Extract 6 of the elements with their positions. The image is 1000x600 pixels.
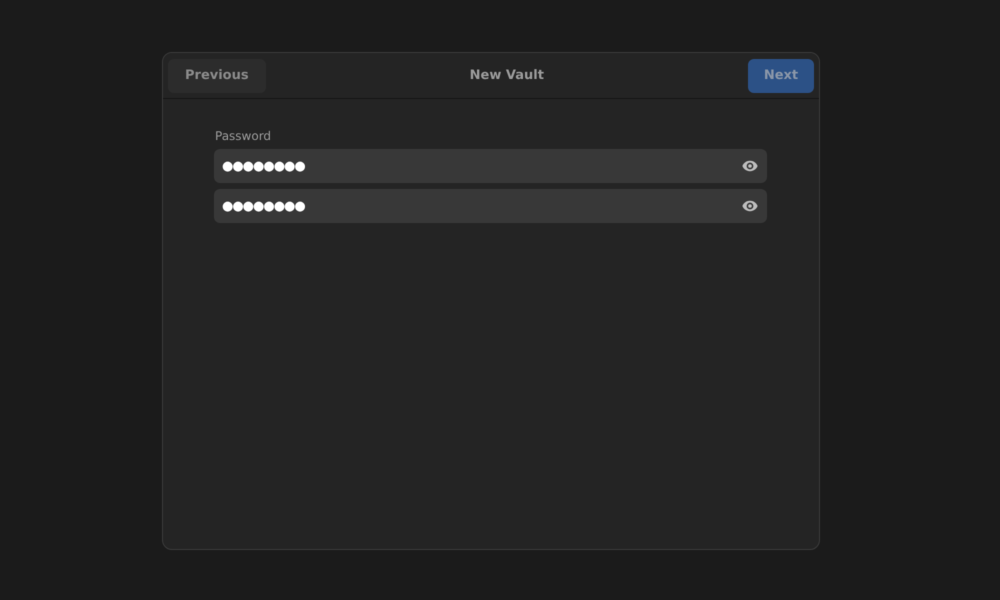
eye-icon[interactable]	[742, 160, 758, 172]
field-label: Password	[215, 129, 272, 143]
password-field[interactable]: ●●●●●●●●	[214, 149, 767, 183]
eye-icon[interactable]	[742, 200, 758, 212]
password-field[interactable]: ●●●●●●●●	[214, 189, 767, 223]
window-title: New Vault	[470, 68, 544, 83]
